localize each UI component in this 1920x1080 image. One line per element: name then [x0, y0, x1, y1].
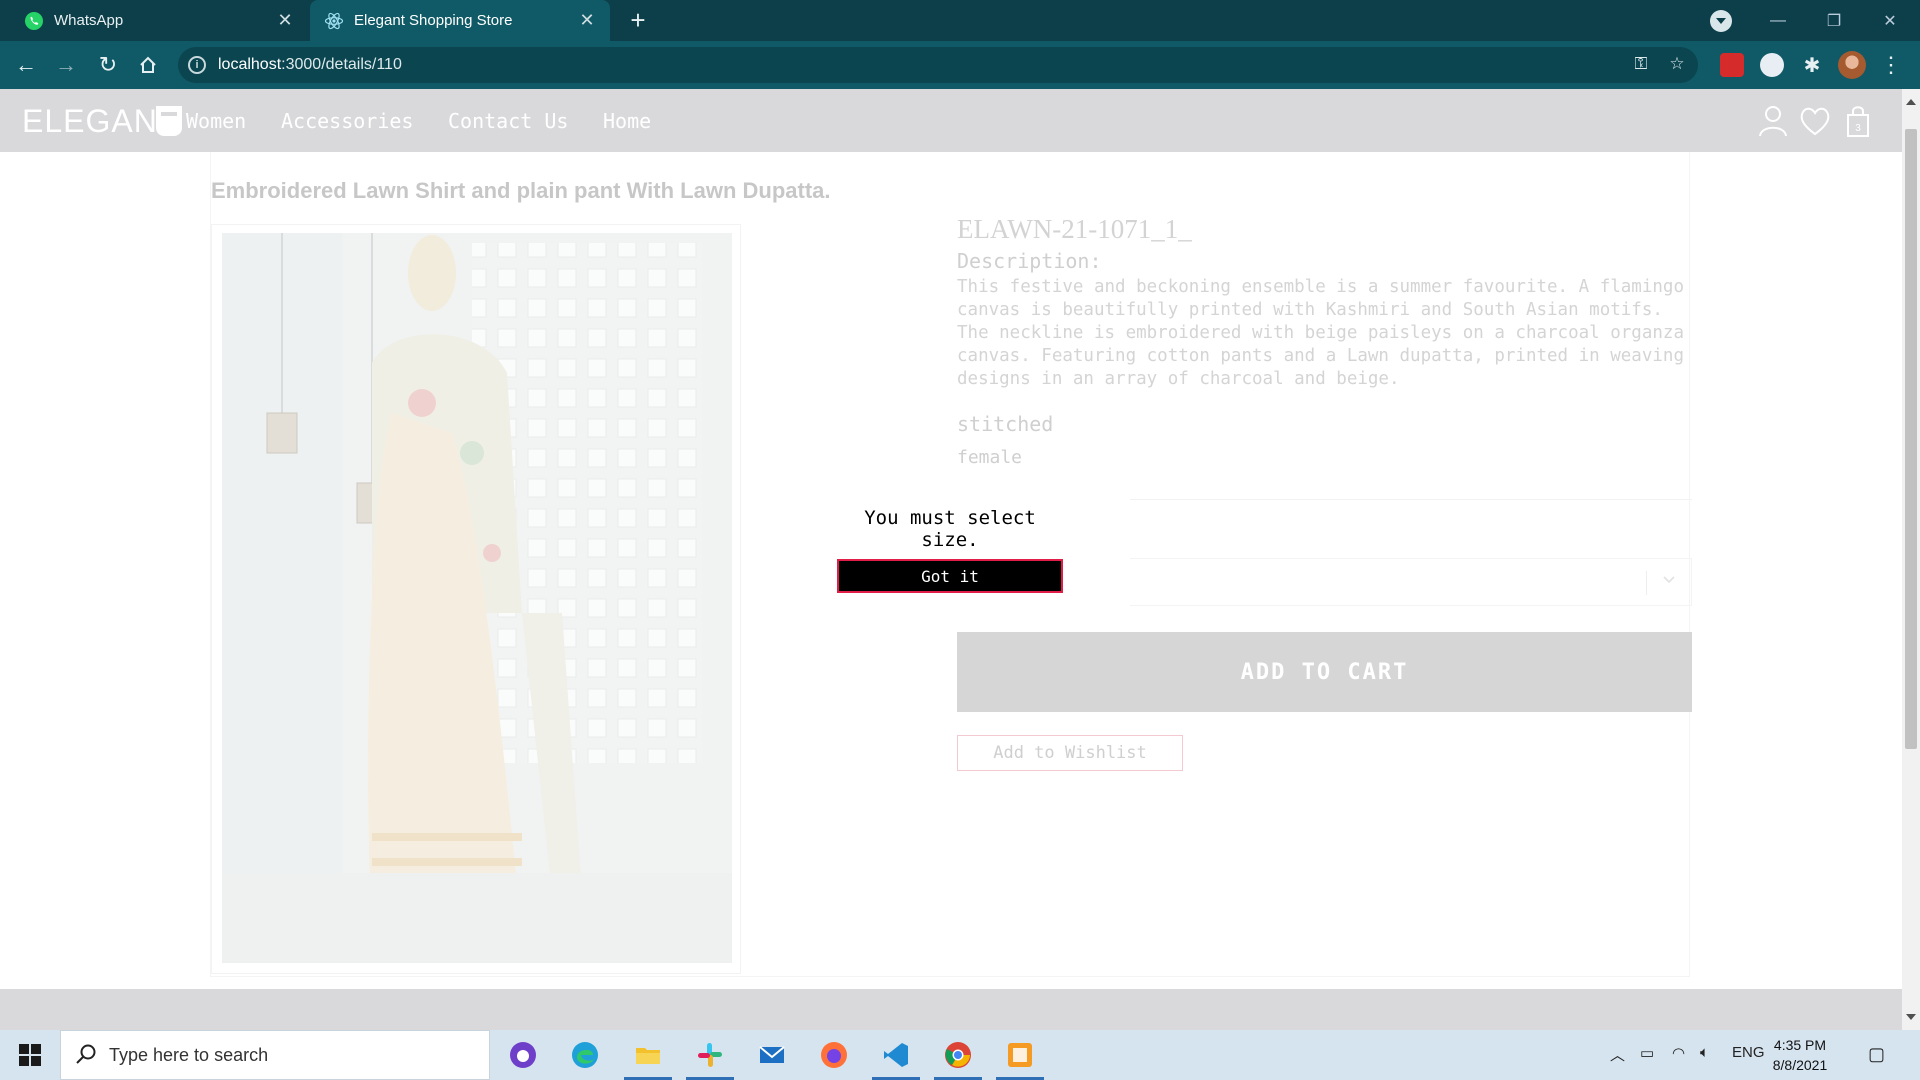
divider	[1130, 499, 1692, 500]
wishlist-heart-icon[interactable]	[1798, 103, 1832, 139]
close-tab-icon[interactable]: ✕	[276, 10, 294, 31]
site-navbar: ELEGAN Women Accessories Contact Us Home…	[0, 89, 1902, 152]
nav-link-women[interactable]: Women	[186, 109, 246, 133]
stitch-type: stitched	[957, 412, 1054, 436]
nav-link-contact-us[interactable]: Contact Us	[448, 109, 568, 133]
product-image	[222, 233, 732, 963]
browser-tab-strip: WhatsApp ✕ Elegant Shopping Store ✕ + — …	[0, 0, 1920, 41]
address-bar[interactable]: i localhost:3000/details/110 ⚿ ☆	[178, 47, 1698, 83]
description-heading: Description:	[957, 249, 1102, 273]
extension-icon[interactable]	[1760, 53, 1784, 77]
new-tab-button[interactable]: +	[624, 6, 652, 34]
reload-icon[interactable]: ↻	[92, 49, 124, 81]
restore-icon[interactable]: ❐	[1806, 0, 1862, 41]
menu-kebab-icon[interactable]: ⋮	[1880, 51, 1902, 79]
home-icon[interactable]	[132, 49, 164, 81]
add-to-wishlist-button[interactable]: Add to Wishlist	[957, 735, 1183, 771]
tab-title: Elegant Shopping Store	[354, 12, 513, 29]
taskbar-search-input[interactable]: Type here to search	[60, 1030, 490, 1080]
size-alert-popup: You must select size. Got it	[830, 507, 1070, 593]
profile-avatar[interactable]	[1838, 51, 1866, 79]
whatsapp-icon	[24, 11, 44, 31]
github-desktop-icon[interactable]	[505, 1037, 541, 1073]
chevron-down-icon[interactable]	[1661, 571, 1677, 587]
add-to-cart-button[interactable]: ADD TO CART	[957, 632, 1692, 712]
chrome-icon[interactable]	[934, 1037, 982, 1080]
size-select[interactable]	[1130, 558, 1692, 606]
edge-icon[interactable]	[567, 1037, 603, 1073]
vscode-icon[interactable]	[872, 1037, 920, 1080]
browser-toolbar: ← → ↻ i localhost:3000/details/110 ⚿ ☆ ✱…	[0, 41, 1920, 89]
page-viewport: ELEGAN Women Accessories Contact Us Home…	[0, 89, 1902, 1030]
product-sku: ELAWN-21-1071_1_	[957, 214, 1192, 244]
scroll-up-icon[interactable]	[1906, 99, 1916, 105]
site-footer	[0, 989, 1902, 1030]
select-divider	[1646, 571, 1647, 595]
nav-link-accessories[interactable]: Accessories	[281, 109, 413, 133]
logo-mark	[155, 106, 182, 136]
key-icon[interactable]: ⚿	[1630, 54, 1652, 76]
firefox-icon[interactable]	[816, 1037, 852, 1073]
windows-start-icon[interactable]	[0, 1030, 60, 1080]
close-tab-icon[interactable]: ✕	[578, 10, 596, 31]
tab-elegant-shopping-store[interactable]: Elegant Shopping Store ✕	[310, 0, 610, 41]
battery-icon[interactable]: ▭	[1640, 1044, 1654, 1062]
back-arrow-icon[interactable]: ←	[10, 49, 42, 81]
tray-chevron-up-icon[interactable]: ︿	[1610, 1044, 1625, 1065]
file-explorer-icon[interactable]	[624, 1037, 672, 1080]
wifi-icon[interactable]: ◠	[1672, 1044, 1685, 1062]
user-icon[interactable]	[1756, 103, 1790, 139]
page-scrollbar[interactable]	[1902, 89, 1920, 1030]
pdf-app-icon[interactable]	[996, 1037, 1044, 1080]
clock-date: 8/8/2021	[1772, 1057, 1828, 1073]
site-logo[interactable]: ELEGAN	[22, 103, 182, 140]
product-image-frame	[211, 224, 741, 974]
clock-time: 4:35 PM	[1773, 1037, 1827, 1053]
notifications-icon[interactable]: ▢	[1868, 1044, 1885, 1065]
product-description: This festive and beckoning ensemble is a…	[957, 277, 1684, 389]
product-details: Embroidered Lawn Shirt and plain pant Wi…	[0, 152, 1902, 1030]
minimize-icon[interactable]: —	[1750, 0, 1806, 41]
mail-icon[interactable]	[754, 1037, 790, 1073]
tab-search-icon[interactable]	[1710, 10, 1732, 32]
cart-count: 3	[1855, 123, 1861, 134]
tab-whatsapp[interactable]: WhatsApp ✕	[10, 0, 308, 41]
extension-icon[interactable]	[1720, 53, 1744, 77]
windows-taskbar: Type here to search ︿ ▭ ◠ 🔈︎ ENG 4:35 PM…	[0, 1030, 1920, 1080]
system-clock[interactable]: 4:35 PM 8/8/2021	[1760, 1035, 1840, 1075]
search-icon	[75, 1043, 97, 1070]
site-info-icon[interactable]: i	[188, 56, 206, 74]
nav-link-home[interactable]: Home	[603, 109, 651, 133]
gender: female	[957, 447, 1023, 468]
cart-bag-icon[interactable]: 3	[1842, 103, 1876, 139]
product-title: Embroidered Lawn Shirt and plain pant Wi…	[211, 178, 831, 203]
volume-icon[interactable]: 🔈︎	[1700, 1044, 1709, 1061]
search-placeholder: Type here to search	[109, 1045, 269, 1065]
scrollbar-thumb[interactable]	[1905, 129, 1917, 749]
react-icon	[324, 11, 344, 31]
close-window-icon[interactable]: ✕	[1862, 0, 1918, 41]
puzzle-extensions-icon[interactable]: ✱	[1796, 49, 1828, 81]
scroll-down-icon[interactable]	[1906, 1014, 1916, 1020]
bookmark-star-icon[interactable]: ☆	[1666, 54, 1688, 76]
slack-icon[interactable]	[686, 1037, 734, 1080]
got-it-button[interactable]: Got it	[837, 559, 1063, 593]
url-text: localhost:3000/details/110	[218, 56, 402, 73]
tab-title: WhatsApp	[54, 12, 124, 29]
alert-message: You must select size.	[864, 507, 1036, 551]
forward-arrow-icon[interactable]: →	[50, 49, 82, 81]
